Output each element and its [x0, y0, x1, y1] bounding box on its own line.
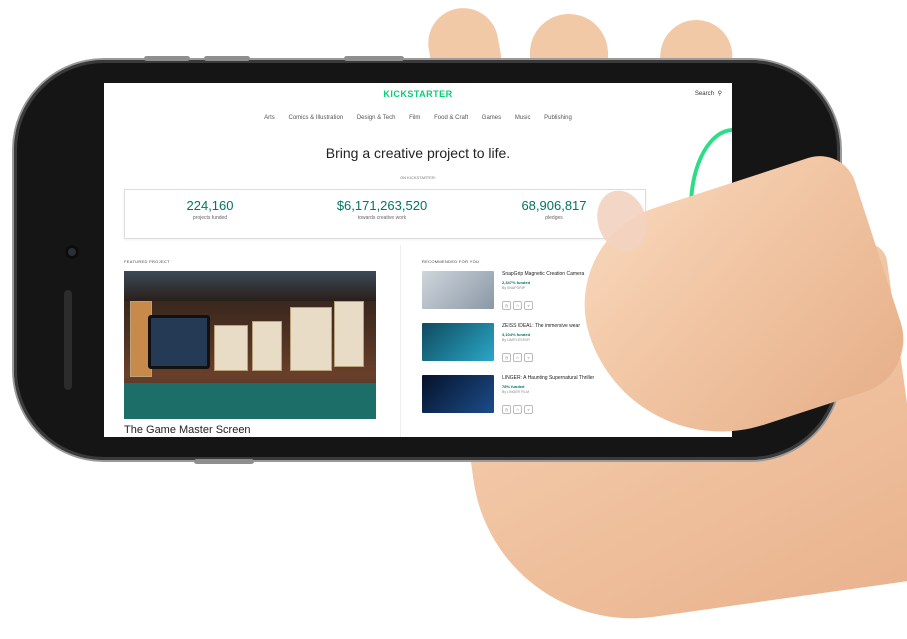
project-byline: By LINGER FILM: [502, 390, 530, 394]
screen-panel: [252, 321, 282, 371]
search-link[interactable]: Search ⚲: [693, 90, 722, 97]
stat-label: towards creative work: [357, 215, 407, 221]
nav-item-games[interactable]: Games: [482, 115, 501, 121]
stat-label: projects funded: [192, 215, 228, 221]
featured-project-image[interactable]: [124, 271, 376, 419]
nav-item-design-tech[interactable]: Design & Tech: [357, 115, 396, 121]
project-funded: 78% funded: [502, 384, 525, 389]
column-divider: [400, 245, 401, 437]
dislike-icon[interactable]: ▿: [524, 405, 533, 414]
project-byline: By LIMITLESSVR: [502, 338, 530, 342]
like-icon[interactable]: ☆: [513, 405, 522, 414]
dislike-icon[interactable]: ▿: [524, 301, 533, 310]
remind-icon[interactable]: ◷: [502, 405, 511, 414]
site-header: KICKSTARTER Search ⚲: [104, 83, 732, 107]
nav-item-comics[interactable]: Comics & Illustration: [288, 115, 343, 121]
project-funded: 3,104% funded: [502, 332, 531, 337]
nav-item-publishing[interactable]: Publishing: [544, 115, 572, 121]
nav-item-music[interactable]: Music: [515, 115, 531, 121]
remind-icon[interactable]: ◷: [502, 353, 511, 362]
screen-panel: [334, 301, 364, 367]
power-button: [344, 56, 404, 61]
side-button: [194, 459, 254, 464]
project-thumbnail[interactable]: [422, 323, 494, 361]
volume-button-2: [204, 56, 250, 61]
stat-projects: 224,160 projects funded: [125, 198, 295, 221]
project-funded: 2,347% funded: [502, 280, 531, 285]
stats-panel: 224,160 projects funded $6,171,263,520 t…: [124, 189, 646, 239]
front-camera: [65, 245, 79, 259]
volume-button: [144, 56, 190, 61]
project-thumbnail[interactable]: [422, 271, 494, 309]
featured-section-label: FEATURED PROJECT: [124, 259, 170, 264]
project-title[interactable]: SnapGrip Magnetic Creation Camera: [502, 271, 584, 277]
stat-value: 224,160: [186, 198, 234, 213]
remind-icon[interactable]: ◷: [502, 301, 511, 310]
nav-item-food-craft[interactable]: Food & Craft: [434, 115, 468, 121]
stat-dollars: $6,171,263,520 towards creative work: [297, 198, 467, 221]
nav-item-film[interactable]: Film: [409, 115, 420, 121]
project-thumbnail[interactable]: [422, 375, 494, 413]
project-title[interactable]: LINGER: A Haunting Supernatural Thriller: [502, 375, 594, 381]
screen-panel: [290, 307, 332, 371]
nav-item-arts[interactable]: Arts: [264, 115, 275, 121]
screen-panel: [214, 325, 248, 371]
category-nav: Arts Comics & Illustration Design & Tech…: [104, 115, 732, 121]
like-icon[interactable]: ☆: [513, 353, 522, 362]
search-icon: ⚲: [717, 91, 722, 97]
page-headline: Bring a creative project to life.: [325, 145, 511, 161]
speaker-grille: [64, 290, 72, 390]
kickstarter-logo[interactable]: KICKSTARTER: [104, 89, 732, 99]
tablet-device: [148, 315, 210, 369]
image-backdrop: [124, 271, 376, 301]
stat-value: $6,171,263,520: [336, 198, 428, 213]
like-icon[interactable]: ☆: [513, 301, 522, 310]
project-byline: By SNAPGRIP: [502, 286, 526, 290]
page-subheadline: ON KICKSTARTER:: [400, 175, 436, 180]
project-title[interactable]: ZEISS IDEAL: The immersive wear: [502, 323, 580, 329]
table-surface: [124, 383, 376, 419]
project-actions: ◷ ☆ ▿: [502, 294, 535, 312]
featured-project-title[interactable]: The Game Master Screen: [124, 424, 251, 436]
search-label: Search: [694, 91, 714, 97]
project-actions: ◷ ☆ ▿: [502, 398, 535, 416]
dislike-icon[interactable]: ▿: [524, 353, 533, 362]
recommended-section-label: RECOMMENDED FOR YOU: [422, 259, 480, 264]
project-actions: ◷ ☆ ▿: [502, 346, 535, 364]
